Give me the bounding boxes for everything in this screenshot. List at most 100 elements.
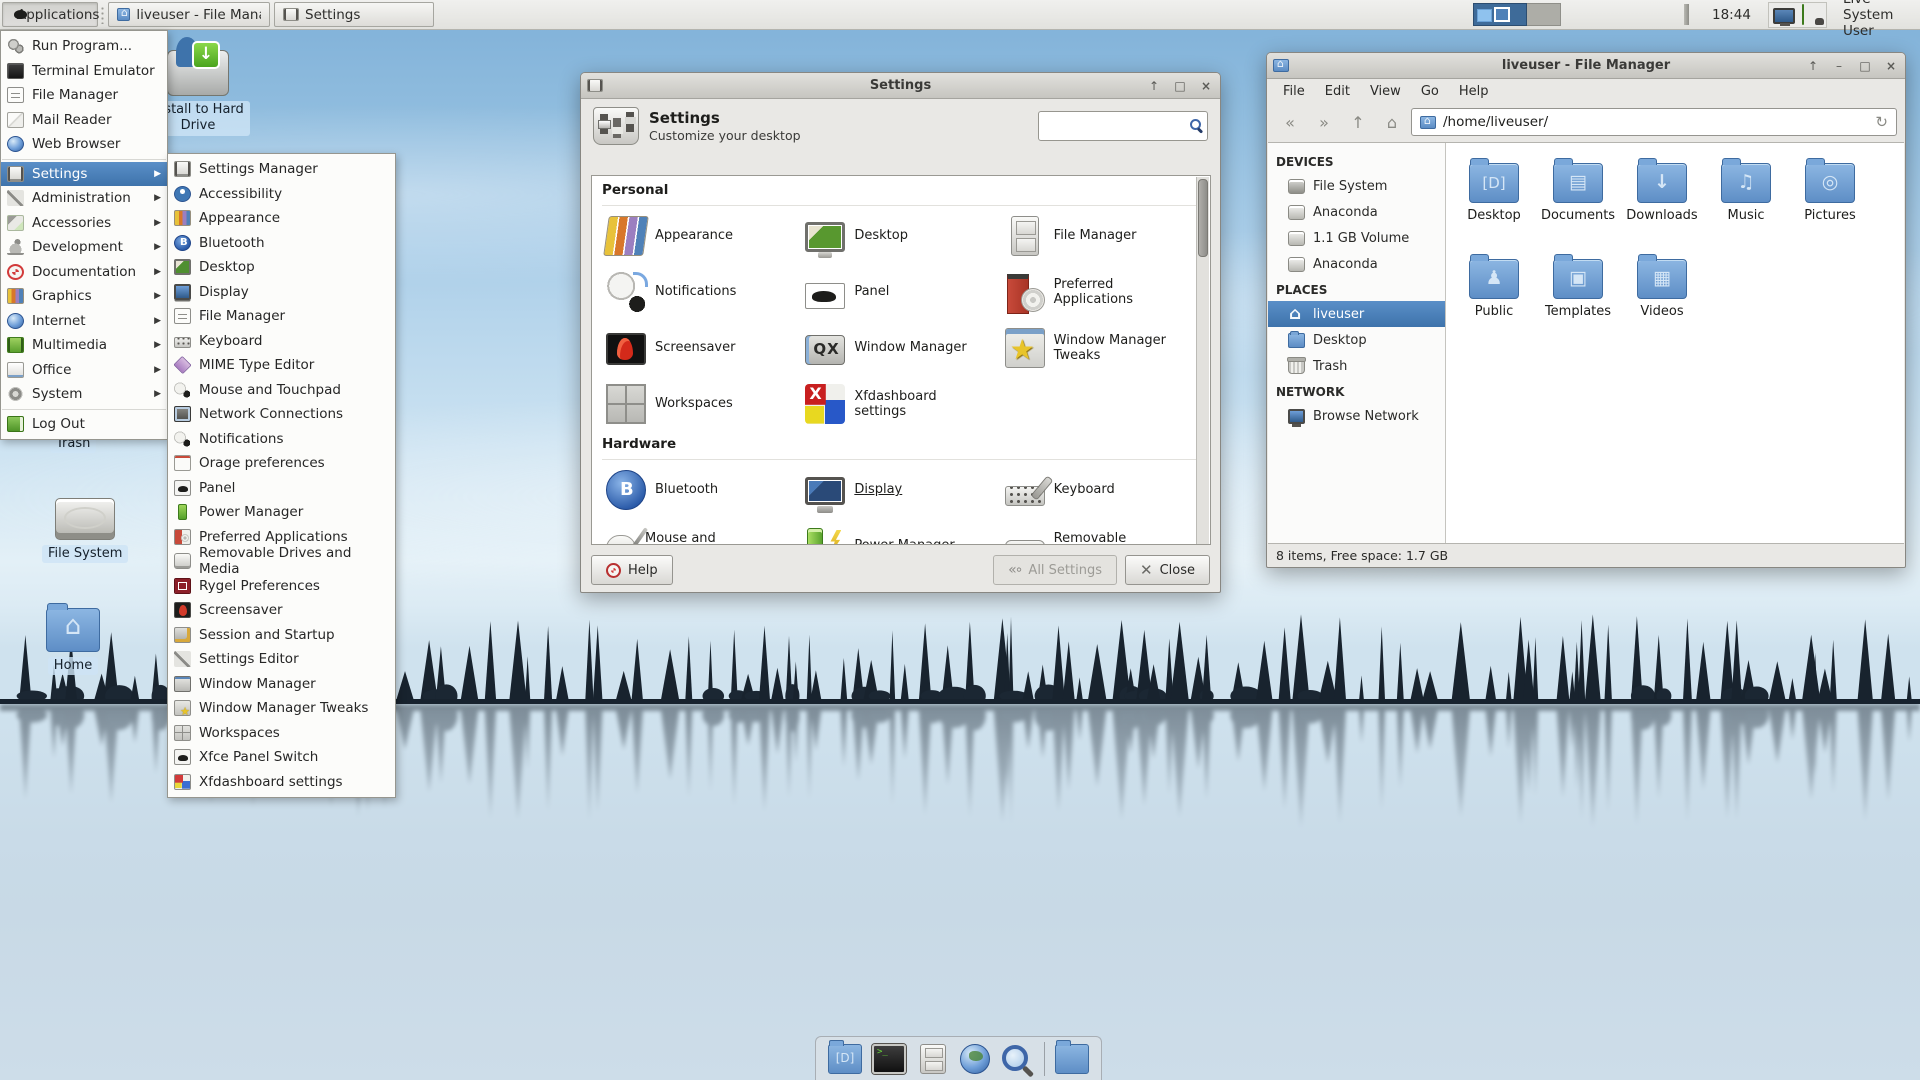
submenu-item-xfdashboard[interactable]: Xfdashboard settings <box>168 770 395 795</box>
folder-pictures[interactable]: Pictures <box>1788 157 1872 253</box>
sidebar-item-anaconda-2[interactable]: Anaconda <box>1268 251 1445 277</box>
submenu-item-file-manager[interactable]: File Manager <box>168 304 395 329</box>
close-button[interactable]: × <box>1883 59 1899 73</box>
taskbar-button-file-manager[interactable]: liveuser - File Manager <box>108 2 270 27</box>
menu-item-accessories[interactable]: Accessories ▶ <box>1 211 167 236</box>
folder-videos[interactable]: Videos <box>1620 253 1704 349</box>
menu-item-run-program[interactable]: Run Program... <box>1 34 167 59</box>
scrollbar-thumb[interactable] <box>1198 179 1208 257</box>
submenu-item-mime-type[interactable]: MIME Type Editor <box>168 353 395 378</box>
menu-item-terminal[interactable]: Terminal Emulator <box>1 59 167 84</box>
submenu-item-keyboard[interactable]: Keyboard <box>168 329 395 354</box>
submenu-item-display[interactable]: Display <box>168 280 395 305</box>
sidebar-item-anaconda-1[interactable]: Anaconda <box>1268 199 1445 225</box>
menu-item-documentation[interactable]: Documentation ▶ <box>1 260 167 285</box>
submenu-item-panel[interactable]: Panel <box>168 476 395 501</box>
up-button[interactable]: ↑ <box>1343 108 1373 136</box>
menu-item-system[interactable]: System ▶ <box>1 382 167 407</box>
minimize-button[interactable]: – <box>1831 59 1847 73</box>
sidebar-item-trash[interactable]: Trash <box>1268 353 1445 379</box>
workspace-1-active[interactable] <box>1473 3 1527 26</box>
submenu-item-rygel[interactable]: Rygel Preferences <box>168 574 395 599</box>
menu-item-graphics[interactable]: Graphics ▶ <box>1 284 167 309</box>
close-button[interactable]: ✕ Close <box>1125 555 1210 585</box>
submenu-item-network[interactable]: Network Connections <box>168 402 395 427</box>
desktop-icon-filesystem[interactable]: File System <box>42 498 129 564</box>
sidebar-item-file-system[interactable]: File System <box>1268 173 1445 199</box>
folder-templates[interactable]: Templates <box>1536 253 1620 349</box>
forward-button[interactable]: » <box>1309 108 1339 136</box>
tile-screensaver[interactable]: Screensaver <box>602 320 801 376</box>
power-tray-icon[interactable] <box>1802 4 1804 25</box>
menu-help[interactable]: Help <box>1451 82 1497 101</box>
workspace-pager[interactable] <box>1473 3 1561 26</box>
folder-public[interactable]: Public <box>1452 253 1536 349</box>
all-settings-button[interactable]: «∘ All Settings <box>993 555 1117 585</box>
applications-menu-button[interactable]: Applications <box>2 2 99 27</box>
submenu-item-appearance[interactable]: Appearance <box>168 206 395 231</box>
menu-file[interactable]: File <box>1275 82 1313 101</box>
tile-panel[interactable]: Panel <box>801 264 1000 320</box>
search-icon[interactable] <box>1000 1044 1034 1074</box>
tile-window-manager[interactable]: Window Manager <box>801 320 1000 376</box>
menu-view[interactable]: View <box>1362 82 1409 101</box>
menu-item-office[interactable]: Office ▶ <box>1 358 167 383</box>
tile-preferred-applications[interactable]: Preferred Applications <box>1001 264 1200 320</box>
maximize-button[interactable]: □ <box>1857 59 1873 73</box>
back-button[interactable]: « <box>1275 108 1305 136</box>
tile-window-manager-tweaks[interactable]: Window Manager Tweaks <box>1001 320 1200 376</box>
reload-icon[interactable]: ↻ <box>1875 113 1888 131</box>
tile-desktop[interactable]: Desktop <box>801 208 1000 264</box>
file-manager-icon[interactable] <box>920 1043 946 1074</box>
close-button[interactable]: × <box>1198 79 1214 93</box>
menu-item-administration[interactable]: Administration ▶ <box>1 186 167 211</box>
submenu-item-window-manager-tweaks[interactable]: Window Manager Tweaks <box>168 696 395 721</box>
tile-notifications[interactable]: Notifications <box>602 264 801 320</box>
taskbar-button-settings[interactable]: Settings <box>274 2 434 27</box>
sidebar-item-browse-network[interactable]: Browse Network <box>1268 403 1445 429</box>
submenu-item-screensaver[interactable]: Screensaver <box>168 598 395 623</box>
maximize-button[interactable]: □ <box>1172 79 1188 93</box>
sidebar-item-volume[interactable]: 1.1 GB Volume <box>1268 225 1445 251</box>
search-icon[interactable] <box>1190 119 1201 130</box>
menu-item-file-manager[interactable]: File Manager <box>1 83 167 108</box>
tile-file-manager[interactable]: File Manager <box>1001 208 1200 264</box>
submenu-item-accessibility[interactable]: Accessibility <box>168 182 395 207</box>
menu-edit[interactable]: Edit <box>1317 82 1358 101</box>
workspace-2[interactable] <box>1527 3 1561 26</box>
help-button[interactable]: Help <box>591 555 673 585</box>
web-browser-icon[interactable] <box>960 1043 990 1074</box>
menu-item-internet[interactable]: Internet ▶ <box>1 309 167 334</box>
folder-icon[interactable] <box>1055 1039 1089 1074</box>
folder-music[interactable]: Music <box>1704 157 1788 253</box>
tile-removable-drives[interactable]: Removable Drives and Media <box>1001 518 1200 544</box>
submenu-item-xfce-panel-switch[interactable]: Xfce Panel Switch <box>168 745 395 770</box>
menu-go[interactable]: Go <box>1413 82 1447 101</box>
submenu-item-mouse-touchpad[interactable]: Mouse and Touchpad <box>168 378 395 403</box>
tile-display[interactable]: Display <box>801 462 1000 518</box>
menu-item-mail-reader[interactable]: Mail Reader <box>1 108 167 133</box>
search-input[interactable] <box>1047 118 1181 134</box>
tile-keyboard[interactable]: Keyboard <box>1001 462 1200 518</box>
tile-xfdashboard[interactable]: Xfdashboard settings <box>801 376 1000 432</box>
submenu-item-power-manager[interactable]: Power Manager <box>168 500 395 525</box>
submenu-item-workspaces[interactable]: Workspaces <box>168 721 395 746</box>
submenu-item-orage[interactable]: Orage preferences <box>168 451 395 476</box>
clock[interactable]: 18:44 <box>1712 0 1751 30</box>
desktop-icon-home[interactable]: Home <box>46 603 100 676</box>
submenu-item-notifications[interactable]: Notifications <box>168 427 395 452</box>
settings-titlebar[interactable]: Settings ↑ □ × <box>581 73 1220 99</box>
submenu-item-settings-editor[interactable]: Settings Editor <box>168 647 395 672</box>
shade-button[interactable]: ↑ <box>1146 79 1162 93</box>
submenu-item-removable-drives[interactable]: Removable Drives and Media <box>168 545 395 577</box>
folder-documents[interactable]: Documents <box>1536 157 1620 253</box>
submenu-item-desktop[interactable]: Desktop <box>168 255 395 280</box>
show-desktop-icon[interactable] <box>828 1039 862 1074</box>
tile-power-manager[interactable]: Power Manager <box>801 518 1000 544</box>
shade-button[interactable]: ↑ <box>1805 59 1821 73</box>
menu-item-settings[interactable]: Settings ▶ <box>1 161 167 186</box>
path-bar[interactable]: /home/liveuser/ ↻ <box>1411 108 1897 136</box>
sidebar-item-liveuser[interactable]: liveuser <box>1268 301 1445 327</box>
tile-workspaces[interactable]: Workspaces <box>602 376 801 432</box>
display-tray-icon[interactable] <box>1773 7 1795 26</box>
